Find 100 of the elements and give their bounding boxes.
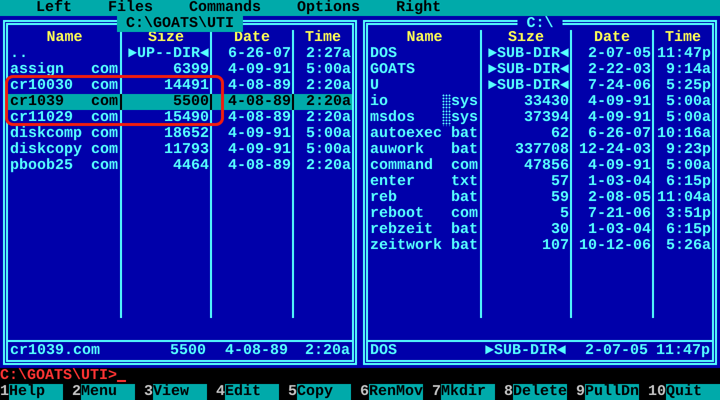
file-size: 11793 [164, 142, 209, 158]
file-date: 2-08-05 [588, 190, 651, 206]
function-key-button[interactable]: RenMov [369, 384, 424, 400]
file-time: 5:00a [306, 62, 351, 78]
file-size: ►SUB-DIR◄ [488, 62, 569, 78]
file-row[interactable]: rebzeit bat 30 1-03-04 6:15p [368, 222, 712, 238]
file-row[interactable]: command com 47856 4-09-91 5:00a [368, 158, 712, 174]
file-size: 4464 [172, 158, 209, 174]
file-time: 3:51p [666, 206, 711, 222]
file-time: 5:00a [666, 94, 711, 110]
file-extension: com [91, 158, 118, 174]
menu-item[interactable]: Options [297, 0, 360, 16]
function-key-button[interactable]: Edit [225, 384, 279, 400]
status-file-size: ►SUB-DIR◄ [484, 343, 566, 359]
file-row[interactable]: diskcomp com 18652 4-09-91 5:00a [8, 126, 352, 142]
file-date: 4-08-89 [228, 158, 291, 174]
function-key-button[interactable]: View [153, 384, 207, 400]
file-row[interactable]: auwork bat 337708 12-24-03 9:23p [368, 142, 712, 158]
file-time: 2:20a [306, 78, 351, 94]
file-time: 5:00a [666, 110, 711, 126]
file-date: 4-09-91 [588, 110, 651, 126]
file-date: 4-08-89 [228, 78, 291, 94]
file-row[interactable]: reboot com 5 7-21-06 3:51p [368, 206, 712, 222]
column-header: Name [46, 30, 82, 46]
file-name: io [370, 94, 390, 110]
file-row[interactable]: reb bat 59 2-08-05 11:04a [368, 190, 712, 206]
status-file-time: 2:20a [304, 343, 350, 359]
file-date: 6-26-07 [228, 46, 291, 62]
file-size: 15490 [164, 110, 209, 126]
menu-item[interactable]: Files [108, 0, 154, 16]
file-time: 9:14a [666, 62, 711, 78]
file-size: ►UP--DIR◄ [128, 46, 209, 62]
file-time: 9:23p [666, 142, 711, 158]
parent-directory: .. [10, 46, 30, 62]
file-size: ►SUB-DIR◄ [488, 78, 569, 94]
file-row[interactable]: autoexec bat 62 6-26-07 10:16a [368, 126, 712, 142]
menu-item[interactable]: Left [36, 0, 72, 16]
file-row[interactable]: pboob25 com 4464 4-08-89 2:20a [8, 158, 352, 174]
file-name: rebzeit [370, 222, 434, 238]
file-date: 4-09-91 [228, 142, 291, 158]
file-row[interactable]: GOATS ►SUB-DIR◄ 2-22-03 9:14a [368, 62, 712, 78]
file-size: 30 [550, 222, 569, 238]
file-name: pboob25 [10, 158, 74, 174]
file-date: 2-07-05 [588, 46, 651, 62]
file-row[interactable]: cr11029 com 15490 4-08-89 2:20a [8, 110, 352, 126]
file-date: 1-03-04 [588, 174, 651, 190]
file-time: 5:00a [306, 142, 351, 158]
file-row[interactable]: assign com 6399 4-09-91 5:00a [8, 62, 352, 78]
column-header: Time [664, 30, 701, 46]
file-time: 5:25p [666, 78, 711, 94]
file-time: 6:15p [666, 174, 711, 190]
function-key-button[interactable]: Help [9, 384, 63, 400]
file-row[interactable]: io sys 33430 4-09-91 5:00a [368, 94, 712, 110]
file-row[interactable]: zeitwork bat 107 10-12-06 5:26a [368, 238, 712, 254]
file-date: 6-26-07 [588, 126, 651, 142]
hidden-attribute-icon [442, 110, 451, 126]
panel-path-title: C:\ [518, 16, 562, 32]
file-extension: com [91, 62, 118, 78]
column-header: Date [234, 30, 270, 46]
file-size: 6399 [172, 62, 209, 78]
command-prompt: C:\GOATS\UTI> [0, 368, 118, 384]
file-name: cr10030 [10, 78, 74, 94]
file-date: 12-24-03 [578, 142, 651, 158]
file-name: diskcomp [10, 126, 82, 142]
selected-file-row[interactable]: cr1039 com 5500 4-08-89 2:20a [8, 94, 352, 110]
function-key-button[interactable]: PullDn [585, 384, 640, 400]
file-row[interactable]: diskcopy com 11793 4-09-91 5:00a [8, 142, 352, 158]
file-time: 5:00a [306, 126, 351, 142]
function-key-button[interactable]: Quit [666, 384, 720, 400]
function-key-button[interactable]: Copy [297, 384, 351, 400]
function-key-button[interactable]: Mkdir [441, 384, 495, 400]
column-header: Date [594, 30, 630, 46]
status-file-name: cr1039.com [10, 343, 102, 359]
file-time: 5:26a [666, 238, 711, 254]
panel-path-title: C:\GOATS\UTI [116, 16, 244, 32]
file-date: 2-22-03 [588, 62, 651, 78]
file-name: zeitwork [370, 238, 442, 254]
menu-item[interactable]: Right [396, 0, 442, 16]
status-file-name: DOS [370, 343, 398, 359]
file-time: 2:20a [306, 110, 351, 126]
function-key-button[interactable]: Menu [81, 384, 135, 400]
file-extension: com [451, 158, 478, 174]
file-size: ►SUB-DIR◄ [488, 46, 569, 62]
file-size: 5 [560, 206, 569, 222]
status-file-time: 11:47p [654, 343, 710, 359]
function-key-button[interactable]: Delete [513, 384, 568, 400]
file-size: 5500 [172, 94, 209, 110]
file-extension: txt [451, 174, 478, 190]
file-name: cr1039 [10, 94, 66, 110]
file-row[interactable]: U ►SUB-DIR◄ 7-24-06 5:25p [368, 78, 712, 94]
file-row[interactable]: .. ►UP--DIR◄ 6-26-07 2:27a [8, 46, 352, 62]
file-row[interactable]: DOS ►SUB-DIR◄ 2-07-05 11:47p [368, 46, 712, 62]
file-time: 5:00a [666, 158, 711, 174]
file-size: 337708 [514, 142, 569, 158]
file-row[interactable]: msdos sys 37394 4-09-91 5:00a [368, 110, 712, 126]
file-row[interactable]: enter txt 57 1-03-04 6:15p [368, 174, 712, 190]
file-size: 57 [550, 174, 569, 190]
file-size: 33430 [524, 94, 569, 110]
file-name: autoexec [370, 126, 442, 142]
menu-item[interactable]: Commands [189, 0, 262, 16]
